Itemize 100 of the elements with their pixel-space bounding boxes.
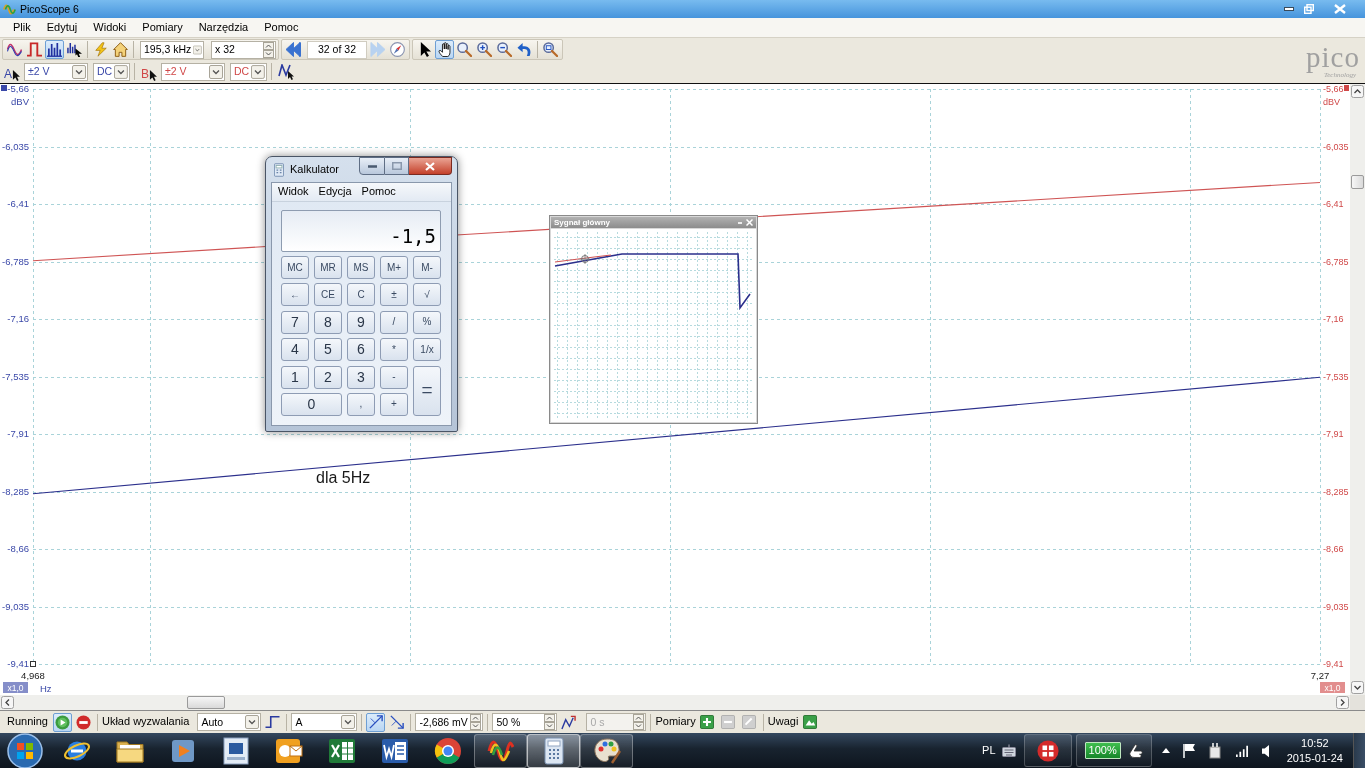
caret-icon[interactable] (72, 64, 86, 79)
taskbar-app-button[interactable] (474, 733, 527, 768)
clock-time[interactable]: 10:52 (1301, 735, 1329, 751)
calculator-key[interactable]: 0 (281, 392, 342, 416)
spinner-arrows-icon[interactable] (470, 714, 482, 730)
menu-item[interactable]: Edytuj (38, 20, 86, 35)
capture-count-spinner[interactable]: x 32 (211, 40, 276, 59)
buffer-previous-button[interactable] (284, 40, 303, 59)
menu-item[interactable]: Widok (273, 185, 314, 199)
stop-button[interactable] (74, 712, 93, 732)
notes-button[interactable] (800, 712, 820, 732)
battery-meter[interactable]: 100% (1084, 742, 1121, 759)
calculator-key[interactable]: 3 (347, 365, 375, 389)
calculator-key[interactable]: √ (413, 283, 441, 307)
signal-icon[interactable] (1234, 744, 1249, 757)
triangle-up-icon[interactable] (1161, 748, 1170, 753)
channel-button[interactable]: A (2, 62, 22, 81)
tool-button[interactable] (435, 40, 454, 59)
calculator-key[interactable]: C (347, 283, 375, 307)
spinner-arrows-icon[interactable] (544, 714, 556, 730)
menu-item[interactable]: Pomoc (356, 185, 401, 199)
calculator-key[interactable]: 5 (314, 338, 342, 362)
minimize-button[interactable] (359, 157, 385, 175)
caret-icon[interactable] (245, 715, 260, 729)
chevron-up-icon[interactable] (1351, 85, 1364, 98)
calculator-key[interactable]: CE (314, 283, 342, 307)
scrollbar-thumb[interactable] (1351, 175, 1364, 189)
range-dropdown[interactable]: ±2 V (161, 62, 226, 81)
calculator-key[interactable]: M- (413, 256, 441, 279)
calculator-key[interactable]: ± (380, 283, 408, 307)
calculator-key[interactable]: 8 (314, 310, 342, 334)
pre-trigger-spinner[interactable]: 50 % (492, 713, 558, 731)
calculator-key[interactable]: - (380, 365, 408, 389)
calculator-key[interactable]: ← (281, 283, 309, 307)
calculator-key[interactable]: 7 (281, 310, 309, 334)
caret-icon[interactable] (114, 64, 128, 79)
calculator-key[interactable]: MC (281, 256, 309, 279)
menu-item[interactable]: Plik (5, 20, 39, 35)
start-button[interactable] (53, 712, 72, 732)
menu-item[interactable]: Narzędzia (190, 20, 257, 35)
home-button[interactable] (111, 40, 130, 59)
crosshair-icon[interactable] (579, 253, 591, 265)
compass-button[interactable] (388, 40, 407, 59)
pointing-hand-icon[interactable] (1128, 743, 1143, 758)
language-indicator[interactable]: PL (982, 743, 996, 758)
taskbar-app-button[interactable] (580, 733, 633, 768)
close-button[interactable] (409, 157, 452, 175)
channel-button[interactable]: B (139, 62, 160, 81)
horizontal-scrollbar[interactable] (0, 695, 1350, 710)
maximize-button[interactable] (385, 157, 409, 175)
chevron-down-icon[interactable] (1351, 681, 1364, 694)
vertical-scrollbar[interactable] (1350, 84, 1365, 695)
calculator-key[interactable]: 1/x (413, 338, 441, 362)
clock-date[interactable]: 2015-01-24 (1286, 750, 1343, 766)
sample-rate-dropdown[interactable]: 195,3 kHz (140, 40, 204, 59)
speaker-icon[interactable] (1261, 743, 1269, 758)
axis-handle-icon[interactable] (30, 661, 36, 667)
keyboard-icon[interactable] (1001, 744, 1016, 757)
buffer-position-field[interactable]: 32 of 32 (307, 40, 367, 59)
calculator-key[interactable]: = (413, 365, 441, 416)
calculator-key[interactable]: , (347, 392, 375, 416)
calculator-key[interactable]: / (380, 310, 408, 334)
math-channel-button[interactable] (276, 62, 296, 81)
range-dropdown[interactable]: ±2 V (24, 62, 88, 81)
calculator-key[interactable]: 6 (347, 338, 375, 362)
menu-item[interactable]: Edycja (313, 185, 357, 199)
trigger-source-dropdown[interactable]: A (291, 713, 358, 731)
view-mode-button[interactable] (45, 40, 64, 59)
calculator-key[interactable]: 9 (347, 310, 375, 334)
calculator-key[interactable]: MS (347, 256, 375, 279)
flag-icon[interactable] (1182, 742, 1195, 759)
coupling-dropdown[interactable]: DC (93, 62, 130, 81)
tile-circle-icon[interactable] (1036, 739, 1059, 762)
calculator-key[interactable]: 1 (281, 365, 309, 389)
channel-marker-icon[interactable] (1344, 85, 1349, 91)
trigger-edge-button[interactable] (366, 712, 386, 732)
calculator-key[interactable]: 4 (281, 338, 309, 362)
calculator-key[interactable]: M+ (380, 256, 408, 279)
calculator-key[interactable]: 2 (314, 365, 342, 389)
minimize-button[interactable] (1281, 5, 1297, 13)
threshold-spinner[interactable]: -2,686 mV (415, 713, 484, 731)
calculator-key[interactable]: MR (314, 256, 342, 279)
coupling-dropdown[interactable]: DC (230, 62, 268, 81)
taskbar-app-button[interactable] (527, 733, 580, 768)
calculator-key[interactable]: * (380, 338, 408, 362)
menu-item[interactable]: Pomoc (256, 20, 307, 35)
calculator-key[interactable]: % (413, 310, 441, 334)
power-plug-icon[interactable] (1207, 742, 1222, 759)
view-mode-button[interactable] (65, 40, 84, 59)
scrollbar-thumb[interactable] (187, 696, 225, 709)
trigger-mode-dropdown[interactable]: Auto (197, 713, 262, 731)
caret-icon[interactable] (251, 64, 266, 79)
chevron-left-icon[interactable] (1, 696, 14, 709)
menu-item[interactable]: Pomiary (134, 20, 191, 35)
caret-icon[interactable] (341, 715, 356, 729)
chevron-right-icon[interactable] (1336, 696, 1349, 709)
calculator-key[interactable]: + (380, 392, 408, 416)
channel-marker-icon[interactable] (1, 85, 7, 91)
menu-item[interactable]: Widoki (85, 20, 135, 35)
caret-icon[interactable] (209, 64, 224, 79)
